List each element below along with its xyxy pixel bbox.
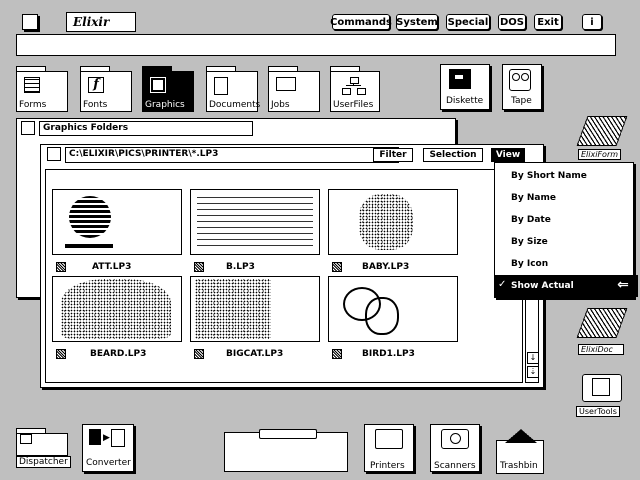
trash-heap-icon — [505, 429, 537, 443]
command-line-input[interactable] — [16, 34, 616, 56]
file-name: BEARD.LP3 — [90, 349, 147, 359]
scanners-label: Scanners — [434, 461, 476, 471]
document-icon — [214, 77, 228, 95]
file-checkbox[interactable] — [194, 349, 204, 359]
diskette-drive[interactable]: Diskette — [440, 64, 490, 110]
checkmark-icon: ✓ — [498, 279, 507, 290]
system-menu[interactable]: System — [396, 14, 438, 30]
folder-documents[interactable]: Documents — [206, 66, 261, 112]
file-thumbnail-bird1[interactable] — [328, 276, 458, 342]
folder-label: Documents — [209, 100, 261, 110]
folder-label: Graphics — [145, 100, 185, 110]
app-logo-text: Elixir — [73, 15, 110, 29]
window-title-bar: Graphics Folders — [39, 121, 253, 136]
elixiform-label: ElixiForm — [578, 149, 622, 160]
file-checkbox[interactable] — [332, 262, 342, 272]
pointer-arrow-icon: ⇐ — [617, 277, 629, 293]
image-icon — [150, 77, 166, 93]
folder-label: UserFiles — [333, 100, 374, 110]
converter-label: Converter — [86, 458, 131, 468]
file-checkbox[interactable] — [332, 349, 342, 359]
printers-icon[interactable]: Printers — [364, 424, 414, 472]
path-text: C:\ELIXIR\PICS\PRINTER\*.LP3 — [69, 149, 219, 159]
folder-label: Forms — [19, 100, 47, 110]
folder-fonts[interactable]: f Fonts — [80, 66, 132, 112]
view-button[interactable]: View — [491, 148, 525, 162]
scanners-icon[interactable]: Scanners — [430, 424, 480, 472]
special-menu[interactable]: Special — [446, 14, 490, 30]
file-thumbnail-baby[interactable] — [328, 189, 458, 255]
tape-label: Tape — [511, 96, 532, 106]
usertools-label: UserTools — [576, 406, 620, 417]
folder-forms[interactable]: Forms — [16, 66, 68, 112]
dispatcher-label: Dispatcher — [16, 456, 71, 468]
file-thumbnail-att[interactable] — [52, 189, 182, 255]
file-thumbnail-beard[interactable] — [52, 276, 182, 342]
elixidoc-label: ElixiDoc — [578, 344, 624, 355]
folder-jobs[interactable]: Jobs — [268, 66, 320, 112]
diskette-icon — [449, 69, 471, 89]
selection-button[interactable]: Selection — [423, 148, 483, 162]
usertools-icon[interactable]: UserTools — [576, 372, 628, 422]
file-thumbnail-bigcat[interactable] — [190, 276, 320, 342]
file-name: ATT.LP3 — [92, 262, 132, 272]
converter-icon[interactable]: ▶ Converter — [82, 424, 134, 472]
document-preview-image — [197, 196, 313, 246]
dos-menu[interactable]: DOS — [498, 14, 526, 30]
path-field[interactable]: C:\ELIXIR\PICS\PRINTER\*.LP3 — [65, 147, 399, 163]
file-name: BIGCAT.LP3 — [226, 349, 284, 359]
window-close-box[interactable] — [21, 121, 35, 135]
view-dropdown-menu: By Short Name By Name By Date By Size By… — [494, 162, 638, 298]
baby-photo-image — [359, 194, 413, 250]
elixidoc-icon[interactable]: ElixiDoc — [576, 306, 628, 356]
tape-drive[interactable]: Tape — [502, 64, 542, 110]
folder-label: Fonts — [83, 100, 108, 110]
commands-menu[interactable]: Commands — [330, 14, 392, 30]
trashbin-icon[interactable]: Trashbin — [496, 429, 544, 474]
tree-icon — [342, 77, 366, 95]
file-checkbox[interactable] — [56, 262, 66, 272]
beard-photo-image — [61, 279, 171, 339]
menu-item-by-size[interactable]: By Size — [495, 231, 638, 253]
file-checkbox[interactable] — [56, 349, 66, 359]
font-icon: f — [88, 77, 104, 93]
printer-icon — [375, 429, 403, 449]
menu-item-by-name[interactable]: By Name — [495, 187, 638, 209]
app-logo: Elixir — [66, 12, 136, 32]
window-title: Graphics Folders — [43, 123, 129, 133]
folder-label: Jobs — [271, 100, 290, 110]
file-name: B.LP3 — [226, 262, 255, 272]
menu-item-by-icon[interactable]: By Icon — [495, 253, 638, 275]
jobs-icon — [276, 77, 296, 91]
bigcat-photo-image — [195, 279, 271, 339]
diskette-label: Diskette — [446, 96, 484, 106]
scroll-end-arrow-icon[interactable]: ⇣ — [527, 366, 539, 378]
close-box[interactable] — [22, 14, 38, 30]
filter-button[interactable]: Filter — [373, 148, 413, 162]
printers-label: Printers — [370, 461, 405, 471]
clipboard-tray[interactable] — [224, 429, 348, 472]
file-thumbnail-b[interactable] — [190, 189, 320, 255]
folder-graphics[interactable]: Graphics — [142, 66, 194, 112]
camera-icon — [441, 429, 469, 449]
att-logo-image — [69, 196, 111, 238]
clipboard-clip-icon — [259, 429, 317, 439]
menu-item-by-short-name[interactable]: By Short Name — [495, 165, 638, 187]
dispatcher-icon[interactable]: Dispatcher — [16, 428, 71, 470]
trashbin-label: Trashbin — [500, 461, 538, 471]
folder-userfiles[interactable]: UserFiles — [330, 66, 380, 112]
grid-icon — [24, 77, 40, 93]
menu-item-by-date[interactable]: By Date — [495, 209, 638, 231]
file-name: BABY.LP3 — [362, 262, 410, 272]
tape-icon — [509, 69, 531, 91]
exit-menu[interactable]: Exit — [534, 14, 562, 30]
browser-close-box[interactable] — [47, 147, 61, 161]
file-name: BIRD1.LP3 — [362, 349, 415, 359]
info-button[interactable]: i — [582, 14, 602, 30]
scroll-down-arrow-icon[interactable]: ↓ — [527, 352, 539, 364]
elixiform-icon[interactable]: ElixiForm — [576, 112, 628, 160]
file-checkbox[interactable] — [194, 262, 204, 272]
